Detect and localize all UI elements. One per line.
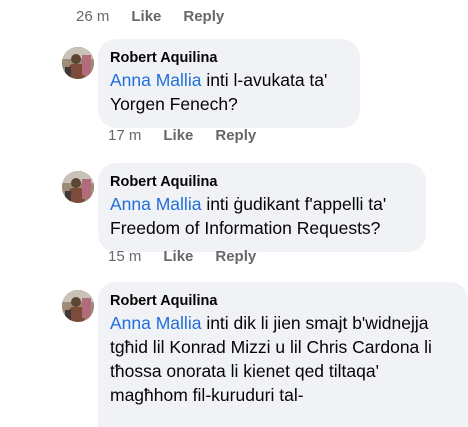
reply-button[interactable]: Reply (215, 248, 256, 265)
comment-bubble: Robert Aquilina Anna Mallia inti ġudikan… (98, 163, 426, 252)
mention-link[interactable]: Anna Mallia (110, 70, 201, 90)
comment-bubble: Robert Aquilina Anna Mallia inti dik li … (98, 282, 468, 427)
comment-text: Anna Mallia inti l-avukata ta' Yorgen Fe… (110, 68, 346, 116)
like-button[interactable]: Like (131, 8, 161, 25)
comment-author[interactable]: Robert Aquilina (110, 292, 454, 310)
like-button[interactable]: Like (163, 127, 193, 144)
comment-timestamp[interactable]: 15 m (108, 248, 141, 265)
comment-actions: 17 m Like Reply (108, 127, 256, 144)
comment-timestamp[interactable]: 17 m (108, 127, 141, 144)
comment-actions: 15 m Like Reply (108, 248, 256, 265)
mention-link[interactable]: Anna Mallia (110, 313, 201, 333)
comment-text: Anna Mallia inti ġudikant f'appelli ta' … (110, 192, 412, 240)
avatar[interactable] (62, 171, 94, 203)
reply-button[interactable]: Reply (215, 127, 256, 144)
comment-author[interactable]: Robert Aquilina (110, 173, 412, 191)
avatar[interactable] (62, 290, 94, 322)
comment-timestamp[interactable]: 26 m (76, 8, 109, 25)
comment-author[interactable]: Robert Aquilina (110, 49, 346, 67)
like-button[interactable]: Like (163, 248, 193, 265)
reply-button[interactable]: Reply (183, 8, 224, 25)
avatar[interactable] (62, 47, 94, 79)
comment-text: Anna Mallia inti dik li jien smajt b'wid… (110, 311, 454, 407)
mention-link[interactable]: Anna Mallia (110, 194, 201, 214)
comment-bubble: Robert Aquilina Anna Mallia inti l-avuka… (98, 39, 360, 128)
previous-comment-actions: 26 m Like Reply (76, 8, 224, 25)
